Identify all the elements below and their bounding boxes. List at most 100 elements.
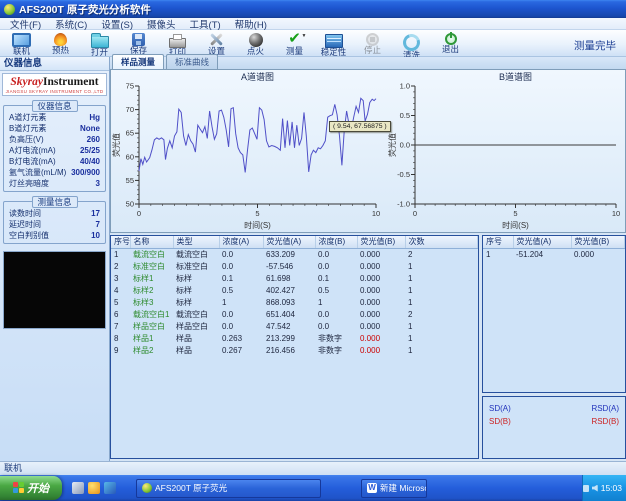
设置-button[interactable]: 设置 — [197, 31, 236, 55]
table-row[interactable]: 5标样3标样1868.09310.0001 — [111, 297, 478, 309]
table-cell: 0.000 — [357, 333, 405, 345]
table-cell: 0.0 — [219, 309, 263, 321]
column-header[interactable]: 次数 — [405, 236, 478, 249]
quicklaunch-icon-a[interactable] — [72, 482, 84, 494]
table-cell: 样品 — [173, 333, 219, 345]
table-row[interactable]: 1载流空白载流空白0.0633.2090.00.0002 — [111, 249, 478, 262]
svg-text:65: 65 — [126, 129, 134, 138]
table-row[interactable]: 1-51.2040.000 — [483, 249, 625, 262]
tab-standard-curve[interactable]: 标准曲线 — [166, 54, 218, 69]
table-row[interactable]: 4标样2标样0.5402.4270.50.0001 — [111, 285, 478, 297]
table-cell: 样品1 — [130, 333, 173, 345]
taskbar-button-afs-label: AFS200T 原子荧光 — [155, 482, 227, 494]
keyboard-tray-icon[interactable] — [583, 485, 589, 492]
info-value: 7 — [96, 219, 100, 230]
info-label: 延迟时间 — [9, 219, 41, 230]
联机-button[interactable]: 联机 — [2, 31, 41, 55]
table-row[interactable]: 3标样1标样0.161.6980.10.0001 — [111, 273, 478, 285]
table-cell: 标样2 — [130, 285, 173, 297]
title-bar: AFS200T 原子荧光分析软件 — [0, 0, 626, 18]
稳定性-button[interactable]: 稳定性 — [314, 31, 353, 56]
quicklaunch-icon-c[interactable] — [104, 482, 116, 494]
status-text: 联机 — [4, 463, 22, 473]
svg-text:60: 60 — [126, 152, 134, 161]
table-row[interactable]: 9样品2样品0.267216.456非数字0.0001 — [111, 345, 478, 357]
tab-sample-measure[interactable]: 样品测量 — [112, 54, 164, 69]
svg-text:时间(S): 时间(S) — [244, 220, 271, 230]
column-header[interactable]: 荧光值(A) — [263, 236, 315, 249]
svg-text:0.0: 0.0 — [400, 141, 410, 150]
menu-item[interactable]: 系统(C) — [48, 17, 94, 31]
menu-item[interactable]: 工具(T) — [183, 17, 228, 31]
table-cell: 5 — [111, 297, 130, 309]
清洗-button[interactable]: 清洗 — [392, 31, 431, 59]
menu-item[interactable]: 设置(S) — [94, 17, 140, 31]
table-cell: 1 — [219, 297, 263, 309]
table-cell: 样品空白 — [130, 321, 173, 333]
taskbar-button-afs[interactable]: AFS200T 原子荧光 — [136, 479, 321, 498]
table-cell: 1 — [315, 297, 357, 309]
点火-button[interactable]: 点火 — [236, 31, 275, 55]
测量-button[interactable]: 测量 — [275, 31, 314, 55]
menu-item[interactable]: 文件(F) — [3, 17, 48, 31]
table-cell: -51.204 — [513, 249, 571, 262]
table-cell: 载流空白1 — [130, 309, 173, 321]
table-row[interactable]: 2标准空白标准空白0.0-57.5460.00.0001 — [111, 261, 478, 273]
table-cell: 3 — [111, 273, 130, 285]
column-header[interactable]: 浓度(A) — [219, 236, 263, 249]
menu-item[interactable]: 摄像头 — [140, 17, 183, 31]
table-cell: 载流空白 — [173, 309, 219, 321]
table-cell: 651.404 — [263, 309, 315, 321]
svg-text:5: 5 — [513, 209, 517, 218]
settings-icon — [209, 32, 224, 47]
column-header[interactable]: 序号 — [111, 236, 130, 249]
start-button[interactable]: 开始 — [0, 476, 62, 500]
print-icon — [169, 38, 186, 48]
table-cell: 样品空白 — [173, 321, 219, 333]
quick-launch — [72, 482, 116, 494]
table-cell: 0.000 — [357, 273, 405, 285]
menu-item[interactable]: 帮助(H) — [228, 17, 274, 31]
table-row[interactable]: 7样品空白样品空白0.047.5420.00.0001 — [111, 321, 478, 333]
保存-button[interactable]: 保存 — [119, 31, 158, 54]
volume-icon[interactable] — [592, 485, 598, 492]
info-value: Hg — [89, 112, 100, 123]
table-cell: 样品2 — [130, 345, 173, 357]
quicklaunch-icon-b[interactable] — [88, 482, 100, 494]
svg-text:0: 0 — [413, 209, 417, 218]
tab-bar: 样品测量 标准曲线 — [110, 57, 626, 70]
column-header[interactable]: 名称 — [130, 236, 173, 249]
column-header[interactable]: 荧光值(A) — [513, 236, 571, 249]
column-header[interactable]: 浓度(B) — [315, 236, 357, 249]
退出-button[interactable]: 退出 — [431, 31, 470, 53]
info-row: A道灯元素Hg — [4, 112, 105, 123]
预热-button[interactable]: 预热 — [41, 31, 80, 54]
toolbar: 联机预热打开保存打印设置点火测量稳定性停止清洗退出测量完毕 — [0, 30, 626, 57]
table-cell: 2 — [405, 309, 478, 321]
ignite-icon — [249, 33, 263, 47]
table-cell: 0.267 — [219, 345, 263, 357]
table-cell: 0.000 — [357, 321, 405, 333]
column-header[interactable]: 类型 — [173, 236, 219, 249]
channel-b-chart: B道谱图时间(S)荧光值0510-1.0-0.50.00.51.0 — [387, 71, 626, 231]
rsd-b-label: RSD(B) — [591, 415, 619, 428]
info-label: 氩气流量(mL/M) — [9, 167, 66, 178]
table-cell: 0.000 — [357, 297, 405, 309]
preheat-icon — [54, 33, 67, 46]
table-cell: 0.0 — [315, 249, 357, 262]
column-header[interactable]: 荧光值(B) — [571, 236, 625, 249]
stop-icon — [366, 33, 379, 46]
table-cell: 0.000 — [357, 249, 405, 262]
打开-button[interactable]: 打开 — [80, 31, 119, 56]
stability-icon — [325, 34, 343, 48]
table-cell: 样品 — [173, 345, 219, 357]
column-header[interactable]: 序号 — [483, 236, 513, 249]
table-row[interactable]: 6载流空白1载流空白0.0651.4040.00.0002 — [111, 309, 478, 321]
table-row[interactable]: 8样品1样品0.263213.299非数字0.0001 — [111, 333, 478, 345]
打印-button[interactable]: 打印 — [158, 31, 197, 56]
column-header[interactable]: 荧光值(B) — [357, 236, 405, 249]
table-cell: 1 — [405, 297, 478, 309]
table-cell: 0.5 — [219, 285, 263, 297]
table-cell: 标准空白 — [173, 261, 219, 273]
taskbar-button-word[interactable]: W 新建 Microsoft W... — [361, 479, 427, 498]
